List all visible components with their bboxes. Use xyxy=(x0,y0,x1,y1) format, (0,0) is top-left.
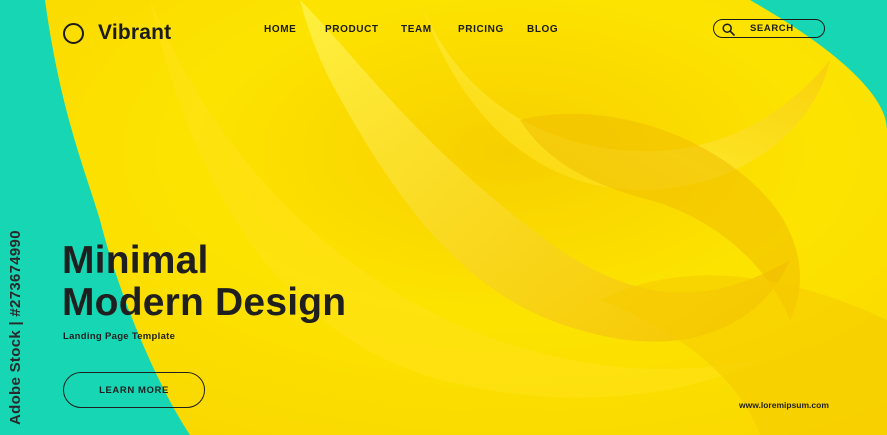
nav-pricing[interactable]: PRICING xyxy=(458,24,504,35)
hero-line-1: Minimal xyxy=(62,239,209,282)
nav-blog[interactable]: BLOG xyxy=(527,24,558,35)
search-box[interactable] xyxy=(713,19,825,38)
brand-logo[interactable]: Vibrant xyxy=(63,21,171,45)
nav-team[interactable]: TEAM xyxy=(401,24,432,35)
nav-home[interactable]: HOME xyxy=(264,24,296,35)
nav-product[interactable]: PRODUCT xyxy=(325,24,379,35)
search-icon[interactable] xyxy=(722,23,735,36)
hero-subtitle: Landing Page Template xyxy=(63,331,176,342)
background-art xyxy=(0,0,887,435)
stock-watermark-id: Adobe Stock | #273674990 xyxy=(7,230,24,425)
hero-line-2: Modern Design xyxy=(62,281,347,324)
footer-url[interactable]: www.loremipsum.com xyxy=(739,400,829,410)
circle-ring-icon xyxy=(63,22,84,44)
brand-name: Vibrant xyxy=(98,21,172,44)
hero-headline: Minimal Modern Design xyxy=(62,240,346,324)
search-input[interactable] xyxy=(750,21,820,35)
learn-more-button[interactable]: LEARN MORE xyxy=(63,372,205,408)
